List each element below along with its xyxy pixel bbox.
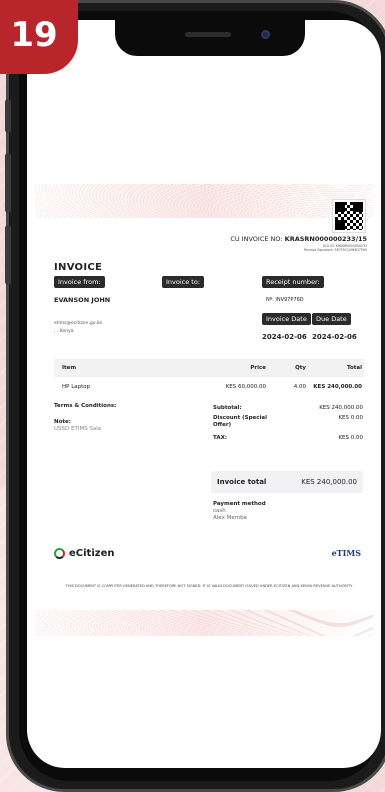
invoice-date-label: Invoice Date <box>262 313 311 325</box>
discount-row: Discount (Special Offer) KES 0.00 <box>213 415 363 428</box>
phone-notch <box>115 20 305 56</box>
payment-method-label: Payment method <box>213 501 266 507</box>
invoice-items-table: Item Price Qty Total HP Laptop KES 60,00… <box>54 359 364 397</box>
payer-name: Alex Memba <box>213 515 247 521</box>
subtotal-value: KES 240,000.00 <box>319 405 363 411</box>
front-camera-icon <box>261 30 270 39</box>
due-date-value: 2024-02-06 <box>312 333 357 341</box>
cu-invoice-number: CU INVOICE NO: KRASRN000000233/15 <box>230 235 367 243</box>
table-row: HP Laptop KES 60,000.00 4.00 KES 240,000… <box>54 377 364 397</box>
invoice-date-value: 2024-02-06 <box>262 333 307 341</box>
invoice-from-label: Invoice from: <box>54 276 105 288</box>
receipt-number-label: Receipt number: <box>262 276 324 288</box>
column-header-total: Total <box>346 365 362 371</box>
ecitizen-logo-text: eCitizen <box>69 548 115 559</box>
sender-name: EVANSON JOHN <box>54 296 111 304</box>
invoice-total-value: KES 240,000.00 <box>301 478 357 486</box>
subtotal-label: Subtotal: <box>213 405 242 411</box>
ecitizen-logo: eCitizen <box>54 548 114 559</box>
column-header-qty: Qty <box>295 365 306 371</box>
row-price: KES 60,000.00 <box>225 384 266 390</box>
discount-value: KES 0.00 <box>338 415 363 421</box>
invoice-total-box: Invoice total KES 240,000.00 <box>211 471 363 493</box>
row-qty: 4.00 <box>293 384 306 390</box>
discount-label: Discount (Special Offer) <box>213 415 268 428</box>
invoice-title: INVOICE <box>54 262 103 273</box>
sender-email: etims@ecitizen.go.ke <box>54 321 103 326</box>
subtotal-row: Subtotal: KES 240,000.00 <box>213 405 363 411</box>
speaker-grille <box>185 32 231 37</box>
sender-location: , , Kenya <box>54 329 74 334</box>
disclaimer-text: THIS DOCUMENT IS COMPUTER GENERATED AND … <box>65 584 353 588</box>
tax-row: TAX: KES 0.00 <box>213 435 363 441</box>
tax-value: KES 0.00 <box>338 435 363 441</box>
phone-screen: CU INVOICE NO: KRASRN000000233/15 SCU ID… <box>27 20 381 768</box>
invoice-total-label: Invoice total <box>217 478 267 486</box>
note-value: USSD ETIMS Sale <box>54 426 102 432</box>
invoice-to-label: Invoice to: <box>162 276 205 288</box>
column-header-price: Price <box>250 365 266 371</box>
signature-info: SCU ID: KRASRN000000233 Receipt Signatur… <box>304 244 367 253</box>
terms-label: Terms & Conditions: <box>54 403 117 409</box>
receipt-number: Nº: INV97P76D <box>266 297 304 303</box>
cu-invoice-label: CU INVOICE NO: <box>230 235 283 243</box>
step-number-badge: 19 <box>0 0 78 74</box>
invoice-header-decoration <box>35 184 373 218</box>
phone-volume-up-button <box>5 153 11 213</box>
qr-code[interactable] <box>332 199 366 233</box>
table-header-row: Item Price Qty Total <box>54 359 364 377</box>
tax-label: TAX: <box>213 435 228 441</box>
phone-side-button <box>5 99 11 133</box>
payment-method-value: cash <box>213 508 226 514</box>
phone-volume-down-button <box>5 225 11 285</box>
invoice-document[interactable]: CU INVOICE NO: KRASRN000000233/15 SCU ID… <box>35 184 373 636</box>
row-item: HP Laptop <box>62 384 91 390</box>
invoice-footer-decoration <box>35 610 373 636</box>
etims-logo: eTIMS <box>331 548 361 558</box>
ecitizen-logo-icon <box>54 548 65 559</box>
row-total: KES 240,000.00 <box>313 384 362 390</box>
note-label: Note: <box>54 419 71 425</box>
column-header-item: Item <box>62 365 77 371</box>
cu-invoice-value: KRASRN000000233/15 <box>284 235 367 243</box>
due-date-label: Due Date <box>312 313 351 325</box>
receipt-signature: Receipt Signature: 3B7F5C1VW9D7F6H <box>304 248 367 253</box>
